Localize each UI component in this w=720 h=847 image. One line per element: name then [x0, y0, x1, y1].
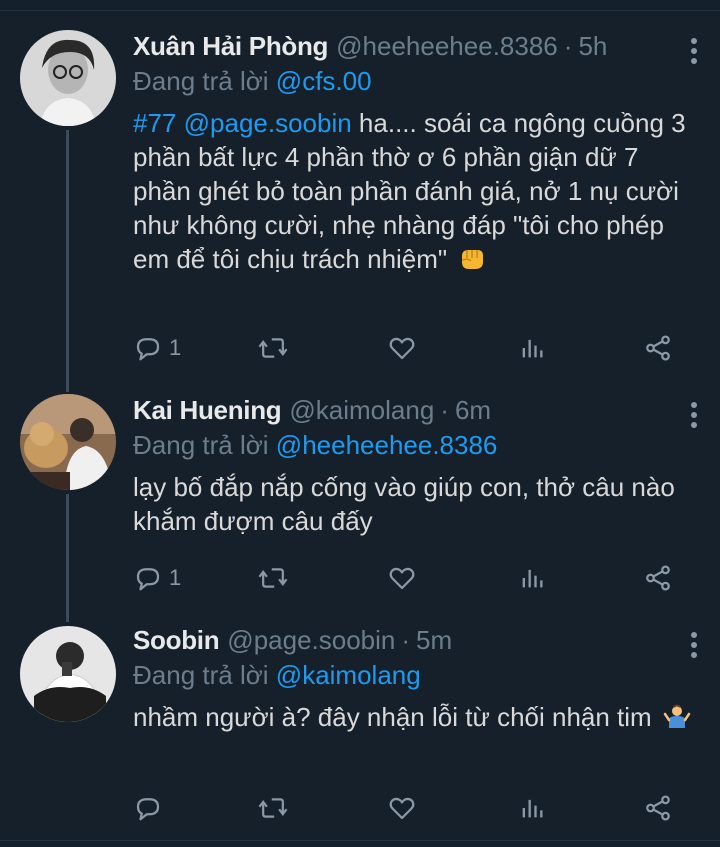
mention-link[interactable]: @page.soobin — [184, 108, 352, 138]
tweet[interactable]: Soobin @page.soobin · 5m Đang trả lời @k… — [0, 618, 720, 847]
separator: · — [440, 395, 449, 425]
avatar-sitting-man — [20, 626, 116, 722]
replying-to: Đang trả lời @heeheehee.8386 — [133, 428, 700, 462]
like-button[interactable] — [387, 788, 417, 828]
timestamp[interactable]: 5h — [578, 30, 607, 62]
tweet-text: lạy bố đắp nắp cống vào giúp con, thở câ… — [133, 470, 700, 538]
reply-count: 1 — [169, 565, 182, 590]
fist-emoji — [462, 250, 484, 269]
tweet-body-text: nhầm người à? đây nhận lỗi từ chối nhận … — [133, 702, 652, 732]
avatar-glasses-man — [20, 30, 116, 126]
share-icon — [646, 335, 670, 361]
hashtag-link[interactable]: #77 — [133, 108, 176, 138]
share-icon — [646, 795, 670, 821]
heart-icon — [389, 797, 415, 820]
replying-mention[interactable]: @heeheehee.8386 — [276, 430, 498, 460]
replying-to: Đang trả lời @cfs.00 — [133, 64, 700, 98]
separator: · — [563, 31, 573, 61]
reply-button[interactable]: 1 — [133, 328, 181, 368]
reply-icon — [136, 338, 160, 361]
heart-icon — [389, 567, 415, 590]
username[interactable]: @kaimolang — [289, 394, 434, 426]
replying-label: Đang trả lời — [133, 660, 269, 690]
display-name[interactable]: Kai Huening — [133, 394, 282, 426]
tweet-header: Kai Huening @kaimolang · 6m — [133, 394, 700, 426]
retweet-button[interactable] — [257, 328, 289, 368]
views-button[interactable] — [518, 788, 546, 828]
tweet-actions: 1 — [133, 558, 693, 598]
tweet-text: nhầm người à? đây nhận lỗi từ chối nhận … — [133, 700, 700, 734]
like-button[interactable] — [387, 328, 417, 368]
retweet-icon — [258, 338, 288, 358]
reply-icon — [136, 568, 160, 591]
separator: · — [401, 625, 411, 655]
retweet-button[interactable] — [257, 788, 289, 828]
tweet[interactable]: Xuân Hải Phòng @heeheehee.8386 · 5h Đang… — [0, 0, 720, 382]
like-button[interactable] — [387, 558, 417, 598]
replying-label: Đang trả lời — [133, 430, 269, 460]
reply-thread: Xuân Hải Phòng @heeheehee.8386 · 5h Đang… — [0, 0, 720, 847]
timestamp[interactable]: 5m — [416, 624, 452, 656]
avatar-man-with-dog — [20, 394, 116, 490]
share-button[interactable] — [643, 558, 673, 598]
display-name[interactable]: Soobin — [133, 624, 220, 656]
views-button[interactable] — [518, 328, 546, 368]
views-button[interactable] — [518, 558, 546, 598]
avatar[interactable] — [20, 30, 116, 126]
reply-count: 1 — [169, 335, 182, 360]
tweet[interactable]: Kai Huening @kaimolang · 6m Đang trả lời… — [0, 382, 720, 618]
tweet-text: #77 @page.soobin ha.... soái ca ngông cu… — [133, 106, 700, 276]
tweet-header: Soobin @page.soobin · 5m — [133, 624, 700, 656]
timestamp[interactable]: 6m — [455, 394, 491, 426]
reply-icon — [136, 798, 160, 821]
reply-button[interactable] — [133, 788, 169, 828]
display-name[interactable]: Xuân Hải Phòng — [133, 30, 328, 62]
avatar[interactable] — [20, 394, 116, 490]
replying-mention[interactable]: @cfs.00 — [276, 66, 372, 96]
tweet-actions — [133, 788, 693, 828]
username[interactable]: @page.soobin — [227, 624, 395, 656]
username[interactable]: @heeheehee.8386 — [336, 30, 558, 62]
replying-to: Đang trả lời @kaimolang — [133, 658, 700, 692]
analytics-icon — [522, 339, 543, 358]
analytics-icon — [522, 799, 543, 818]
share-button[interactable] — [643, 328, 673, 368]
shrug-emoji — [663, 704, 691, 728]
replying-label: Đang trả lời — [133, 66, 269, 96]
bottom-divider — [0, 840, 720, 841]
analytics-icon — [522, 569, 543, 588]
retweet-button[interactable] — [257, 558, 289, 598]
tweet-body-text: lạy bố đắp nắp cống vào giúp con, thở câ… — [133, 472, 675, 536]
replying-mention[interactable]: @kaimolang — [276, 660, 421, 690]
share-icon — [646, 565, 670, 591]
retweet-icon — [258, 568, 288, 588]
heart-icon — [389, 337, 415, 360]
tweet-actions: 1 — [133, 328, 693, 368]
share-button[interactable] — [643, 788, 673, 828]
tweet-header: Xuân Hải Phòng @heeheehee.8386 · 5h — [133, 30, 700, 62]
avatar[interactable] — [20, 626, 116, 722]
retweet-icon — [258, 798, 288, 818]
reply-button[interactable]: 1 — [133, 558, 181, 598]
